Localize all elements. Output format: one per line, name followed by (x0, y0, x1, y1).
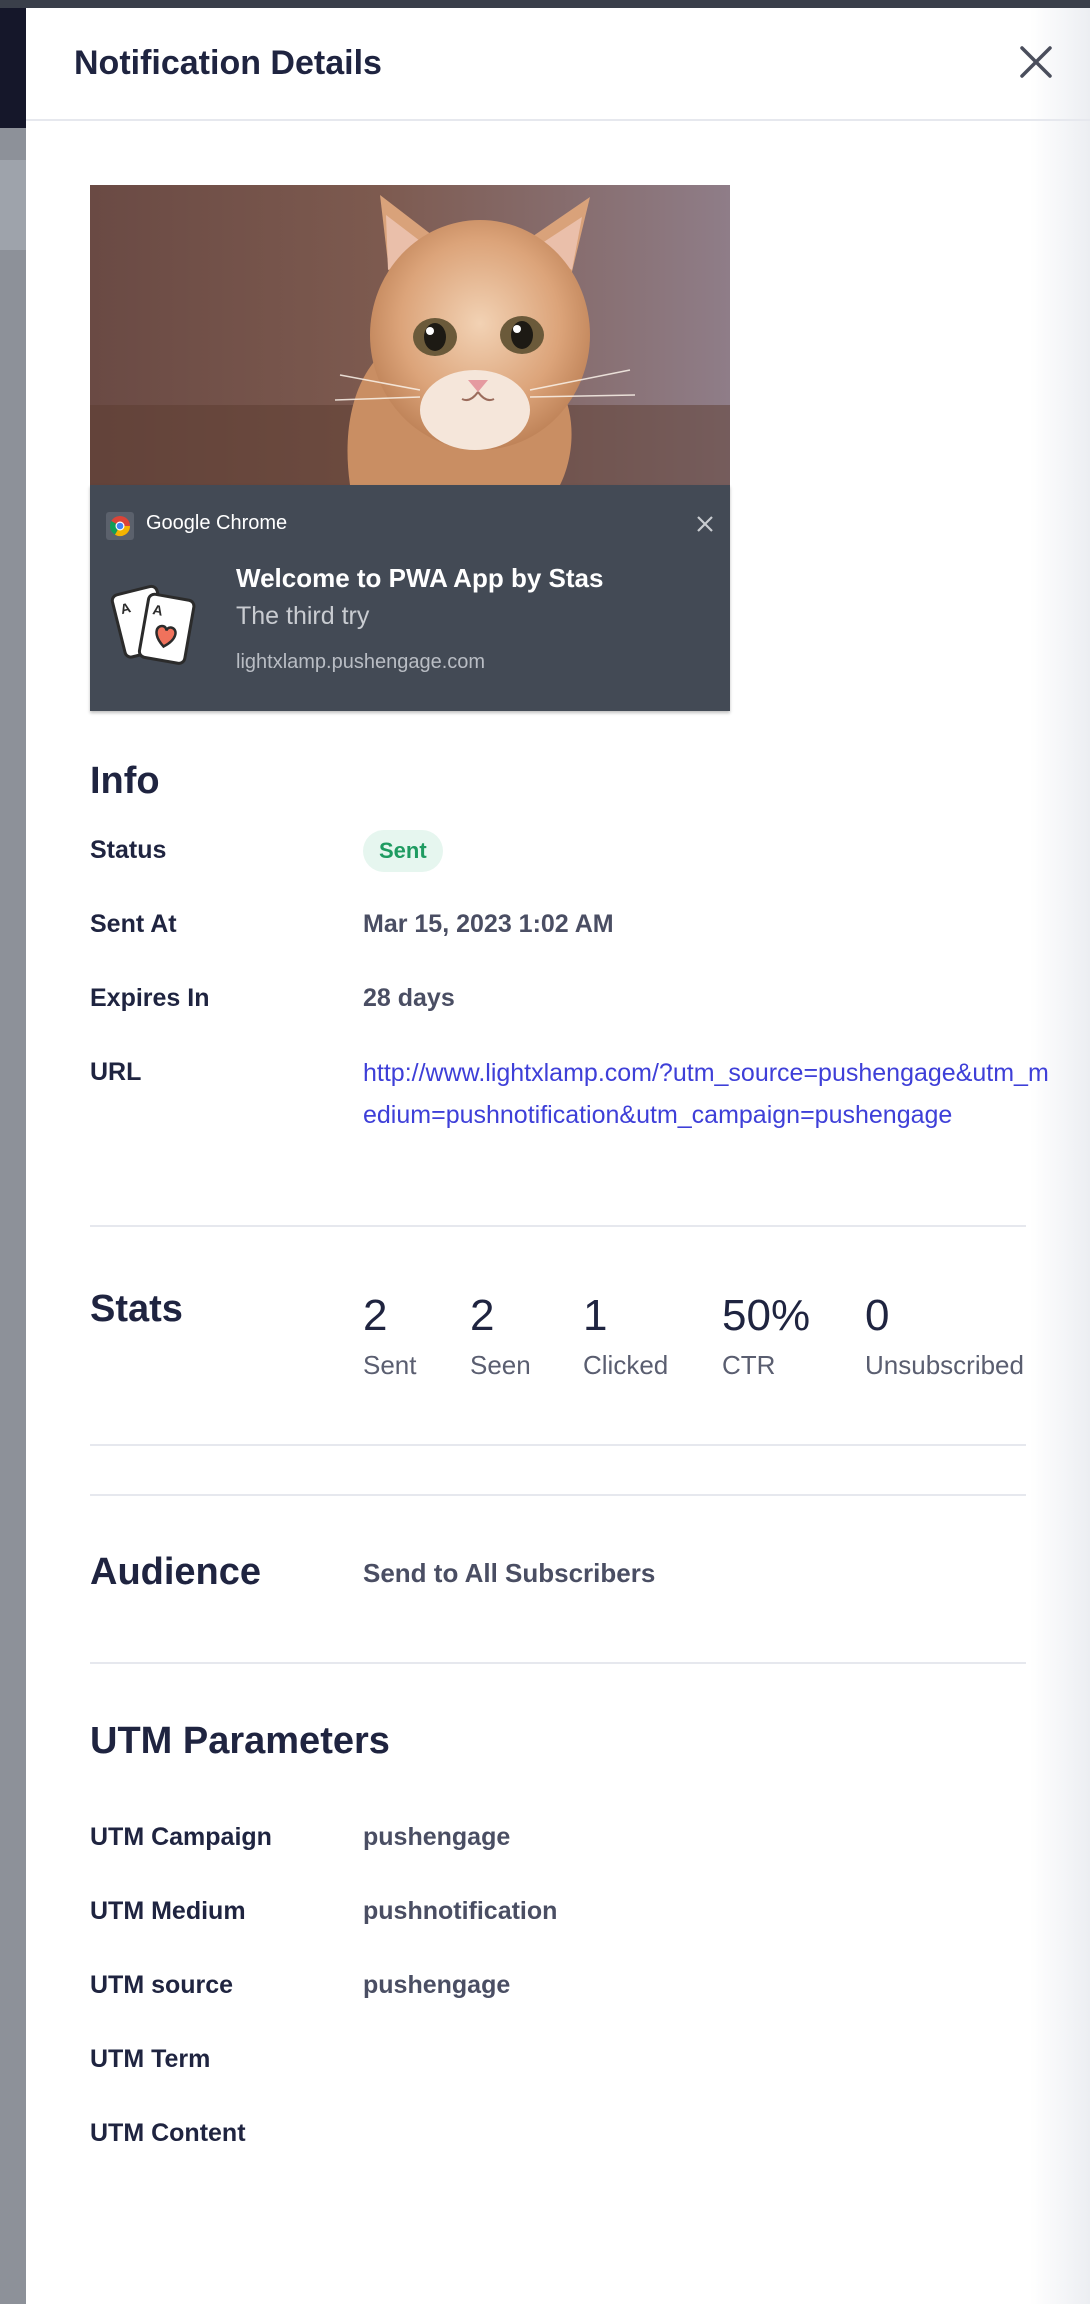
utm-campaign-label: UTM Campaign (90, 1823, 272, 1851)
stat-label: CTR (722, 1350, 776, 1380)
background-sidebar (0, 8, 26, 128)
divider (90, 1444, 1026, 1446)
utm-term-label: UTM Term (90, 2045, 211, 2073)
sent-at-label: Sent At (90, 910, 177, 938)
notification-preview: Google Chrome A A Welcome to PWA App by … (90, 185, 730, 711)
top-bar (0, 0, 1090, 8)
playing-cards-heart-icon: A A (108, 575, 204, 671)
status-badge: Sent (363, 830, 443, 872)
stat-value: 2 (470, 1291, 495, 1340)
status-label: Status (90, 836, 167, 864)
utm-campaign-value: pushengage (363, 1823, 511, 1851)
stat-sent: 2 Sent (363, 1290, 417, 1381)
utm-medium-label: UTM Medium (90, 1897, 246, 1925)
stat-clicked: 1 Clicked (583, 1290, 668, 1381)
audience-heading: Audience (90, 1551, 262, 1593)
divider (90, 1494, 1026, 1496)
chrome-icon (106, 512, 134, 540)
utm-source-label: UTM source (90, 1971, 234, 1999)
background-overlay (0, 128, 26, 2304)
kitten-photo (90, 185, 730, 485)
stat-value: 50% (722, 1291, 811, 1340)
stat-unsubscribed: 0 Unsubscribed (865, 1290, 1024, 1381)
divider (90, 1225, 1026, 1227)
stat-value: 0 (865, 1291, 890, 1340)
stat-label: Seen (470, 1350, 531, 1380)
notification-title: Welcome to PWA App by Stas (236, 563, 604, 593)
utm-source-value: pushengage (363, 1971, 511, 1999)
expires-value: 28 days (363, 984, 455, 1012)
utm-heading: UTM Parameters (90, 1720, 390, 1762)
utm-medium-value: pushnotification (363, 1897, 558, 1925)
stat-label: Clicked (583, 1350, 669, 1380)
divider (90, 1662, 1026, 1664)
stat-value: 2 (363, 1291, 388, 1340)
notification-details-drawer: Notification Details Google Chrome A A W… (26, 8, 1090, 2304)
close-icon[interactable] (692, 511, 718, 537)
notification-url-link[interactable]: http://www.lightxlamp.com/?utm_source=pu… (363, 1052, 1053, 1136)
expires-label: Expires In (90, 984, 210, 1012)
browser-name: Google Chrome (146, 512, 288, 534)
stat-value: 1 (583, 1291, 608, 1340)
notification-body: The third try (236, 602, 370, 630)
stat-label: Sent (363, 1350, 417, 1380)
notification-bar: Google Chrome A A Welcome to PWA App by … (90, 485, 730, 711)
close-icon[interactable] (1014, 40, 1058, 84)
info-heading: Info (90, 760, 160, 802)
stats-heading: Stats (90, 1288, 183, 1330)
utm-content-label: UTM Content (90, 2119, 246, 2147)
drawer-title: Notification Details (74, 44, 382, 82)
drawer-header: Notification Details (26, 8, 1090, 121)
background-row (0, 160, 26, 250)
drawer-edge-shade (1030, 8, 1090, 2304)
url-label: URL (90, 1058, 142, 1086)
stat-seen: 2 Seen (470, 1290, 531, 1381)
stat-label: Unsubscribed (865, 1350, 1024, 1380)
stat-ctr: 50% CTR (722, 1290, 810, 1381)
sent-at-value: Mar 15, 2023 1:02 AM (363, 910, 614, 938)
notification-domain: lightxlamp.pushengage.com (236, 651, 486, 673)
audience-value: Send to All Subscribers (363, 1558, 656, 1588)
